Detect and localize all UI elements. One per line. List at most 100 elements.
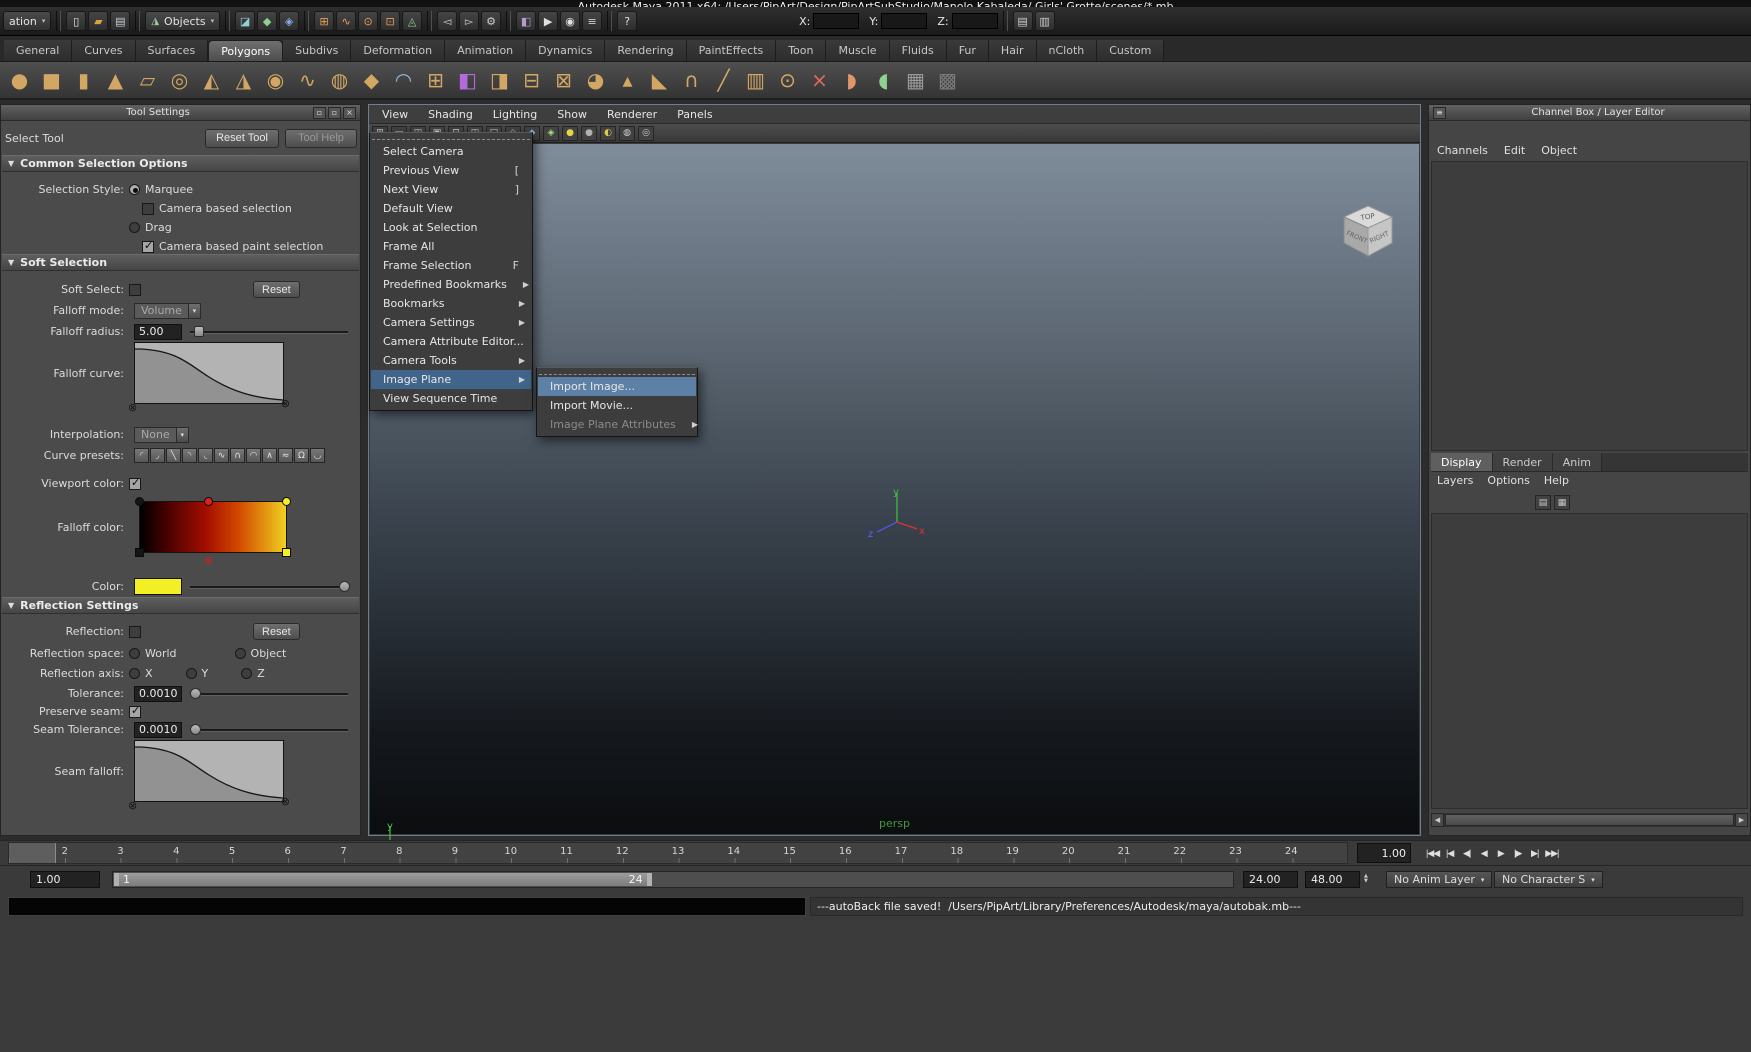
channels-menu[interactable]: Channels bbox=[1437, 144, 1488, 157]
curve-preset-hard-icon[interactable]: ◝ bbox=[182, 448, 197, 463]
menu-item-look-at-selection[interactable]: Look at Selection bbox=[371, 218, 531, 237]
tolerance-slider[interactable] bbox=[190, 687, 348, 700]
close-icon[interactable]: × bbox=[343, 106, 356, 119]
scroll-left-icon[interactable]: ◀ bbox=[1431, 813, 1444, 827]
shelf-tab-dynamics[interactable]: Dynamics bbox=[526, 40, 606, 61]
all-lights-icon[interactable]: ● bbox=[581, 125, 597, 141]
color-slider[interactable] bbox=[190, 580, 350, 593]
falloff-color-ramp[interactable]: ⊗ bbox=[135, 497, 291, 567]
coord-x-field[interactable] bbox=[813, 13, 860, 29]
new-scene-icon[interactable]: ▯ bbox=[66, 11, 87, 31]
curve-preset-sine-icon[interactable]: ≈ bbox=[278, 448, 293, 463]
poly-smooth-icon[interactable]: ◕ bbox=[580, 65, 611, 96]
open-render-view-icon[interactable]: ◧ bbox=[516, 11, 537, 31]
tab-anim[interactable]: Anim bbox=[1552, 453, 1602, 471]
step-forward-frame-button[interactable]: ▶| bbox=[1526, 842, 1543, 864]
curve-preset-linear-icon[interactable]: ╲ bbox=[166, 448, 181, 463]
go-to-end-button[interactable]: ▶▶| bbox=[1543, 842, 1560, 864]
camera-based-selection-checkbox[interactable] bbox=[142, 202, 154, 215]
ramp-marker-icon[interactable] bbox=[282, 548, 291, 557]
falloff-curve-widget[interactable]: ⊗ ⊗ bbox=[128, 342, 290, 413]
tool-settings-titlebar[interactable]: Tool Settings ▫ ▫ × bbox=[1, 105, 360, 121]
snap-to-grid-icon[interactable]: ⊞ bbox=[314, 11, 335, 31]
restore-icon[interactable]: ▫ bbox=[328, 106, 341, 119]
step-forward-key-button[interactable]: |▶ bbox=[1509, 842, 1526, 864]
playback-start-field[interactable]: 1.00 bbox=[30, 871, 100, 888]
reflection-settings-header[interactable]: ▼ Reflection Settings bbox=[2, 597, 359, 614]
layer-list-area[interactable] bbox=[1431, 513, 1748, 809]
shelf-tab-fluids[interactable]: Fluids bbox=[889, 40, 947, 61]
tolerance-field[interactable]: 0.0010 bbox=[134, 685, 182, 702]
reflection-reset-button[interactable]: Reset bbox=[253, 623, 300, 640]
preserve-seam-checkbox[interactable] bbox=[129, 704, 141, 718]
default-lighting-icon[interactable]: ● bbox=[562, 125, 578, 141]
ramp-marker-icon[interactable] bbox=[135, 548, 144, 557]
coord-y-field[interactable] bbox=[881, 13, 928, 29]
show-menu[interactable]: Show bbox=[557, 108, 587, 121]
axis-z-radio[interactable] bbox=[241, 668, 253, 679]
curve-preset-spike-icon[interactable]: ∧ bbox=[262, 448, 277, 463]
poly-helix-icon[interactable]: ∿ bbox=[292, 65, 323, 96]
scroll-right-icon[interactable]: ▶ bbox=[1735, 813, 1748, 827]
uv-checker-icon[interactable]: ▦ bbox=[900, 65, 931, 96]
panels-menu[interactable]: Panels bbox=[677, 108, 712, 121]
ramp-marker-icon[interactable] bbox=[135, 497, 144, 506]
channel-box-titlebar[interactable]: ≡ Channel Box / Layer Editor bbox=[1429, 105, 1750, 121]
coord-z-field[interactable] bbox=[951, 13, 998, 29]
reflection-checkbox[interactable] bbox=[129, 625, 141, 638]
submenu-item-import-movie[interactable]: Import Movie... bbox=[538, 396, 696, 415]
command-line-input[interactable] bbox=[8, 897, 806, 916]
menu-item-view-sequence-time[interactable]: View Sequence Time bbox=[371, 389, 531, 408]
dock-icon[interactable]: ▫ bbox=[313, 106, 326, 119]
input-connections-icon[interactable]: ◅ bbox=[437, 11, 458, 31]
color-swatch[interactable] bbox=[134, 578, 182, 595]
select-by-object-icon[interactable]: ◆ bbox=[257, 11, 278, 31]
merge-vertices-icon[interactable]: ⊙ bbox=[772, 65, 803, 96]
slider-handle[interactable] bbox=[339, 581, 350, 592]
soft-select-reset-button[interactable]: Reset bbox=[253, 281, 300, 298]
horizontal-scrollbar[interactable]: ◀ ▶ bbox=[1431, 813, 1748, 827]
menu-item-previous-view[interactable]: Previous View[ bbox=[371, 161, 531, 180]
slider-handle[interactable] bbox=[190, 724, 201, 735]
shelf-tab-custom[interactable]: Custom bbox=[1097, 40, 1165, 61]
poly-soccer-ball-icon[interactable]: ◍ bbox=[324, 65, 355, 96]
shelf-tab-painteffects[interactable]: PaintEffects bbox=[686, 40, 777, 61]
scrollbar-thumb[interactable] bbox=[1445, 814, 1734, 826]
ramp-delete-icon[interactable]: ⊗ bbox=[204, 554, 213, 567]
tab-render[interactable]: Render bbox=[1492, 453, 1553, 471]
textured-display-icon[interactable]: ◈ bbox=[543, 125, 559, 141]
marquee-radio[interactable] bbox=[129, 184, 140, 195]
menu-item-camera-settings[interactable]: Camera Settings ▶ bbox=[371, 313, 531, 332]
seam-tolerance-slider[interactable] bbox=[190, 723, 348, 736]
lighting-menu[interactable]: Lighting bbox=[493, 108, 537, 121]
playback-end-field[interactable]: 24.00 bbox=[1243, 871, 1298, 888]
renderer-menu[interactable]: Renderer bbox=[607, 108, 657, 121]
poly-pyramid-icon[interactable]: ◮ bbox=[228, 65, 259, 96]
submenu-item-import-image[interactable]: Import Image... bbox=[538, 377, 696, 396]
tearoff-handle[interactable] bbox=[539, 369, 695, 375]
output-connections-icon[interactable]: ▻ bbox=[459, 11, 480, 31]
select-by-component-icon[interactable]: ◈ bbox=[279, 11, 300, 31]
seam-falloff-curve-widget[interactable]: ⊗ ⊗ bbox=[128, 740, 290, 811]
poly-torus-icon[interactable]: ◎ bbox=[164, 65, 195, 96]
menu-item-camera-tools[interactable]: Camera Tools ▶ bbox=[371, 351, 531, 370]
tearoff-handle[interactable] bbox=[372, 134, 530, 140]
curve-preset-wave-icon[interactable]: ∿ bbox=[214, 448, 229, 463]
poly-platonic-solid-icon[interactable]: ◆ bbox=[356, 65, 387, 96]
uv-checker-icon[interactable]: ▩ bbox=[932, 65, 963, 96]
menu-item-select-camera[interactable]: Select Camera bbox=[371, 142, 531, 161]
spinner-icon[interactable]: ▲ ▼ bbox=[1364, 874, 1368, 884]
axis-y-radio[interactable] bbox=[185, 668, 197, 679]
isolate-select-icon[interactable]: ◎ bbox=[638, 125, 654, 141]
insert-edge-loop-icon[interactable]: ▥ bbox=[740, 65, 771, 96]
snap-to-view-plane-icon[interactable]: ⊡ bbox=[380, 11, 401, 31]
current-time-field[interactable]: 1.00 bbox=[1357, 843, 1411, 863]
selection-mask-dropdown[interactable]: ◮ Objects ▾ bbox=[145, 11, 221, 31]
create-layer-assign-selected-icon[interactable]: ▦ bbox=[1554, 495, 1570, 510]
falloff-radius-field[interactable]: 5.00 bbox=[134, 323, 182, 340]
poly-extrude-icon[interactable]: ▴ bbox=[612, 65, 643, 96]
animation-end-field[interactable]: 48.00 bbox=[1305, 871, 1360, 888]
delete-edge-icon[interactable]: × bbox=[804, 65, 835, 96]
paint-weights-icon[interactable]: ◖ bbox=[868, 65, 899, 96]
tab-display[interactable]: Display bbox=[1431, 453, 1493, 471]
